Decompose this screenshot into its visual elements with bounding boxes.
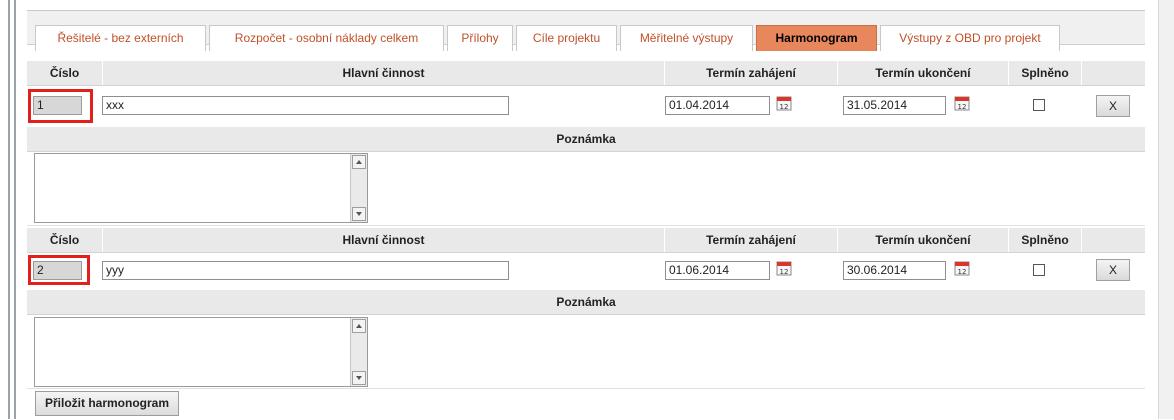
- col-splneno-header: Splněno: [1021, 233, 1069, 247]
- table-header: Číslo Hlavní činnost Termín zahájení Ter…: [27, 228, 1145, 253]
- col-cislo-header: Číslo: [49, 66, 80, 80]
- note-header: Poznámka: [27, 290, 1145, 315]
- calendar-icon[interactable]: 12: [954, 260, 970, 276]
- svg-text:12: 12: [958, 103, 967, 111]
- row-divider: [27, 225, 1145, 226]
- note-label: Poznámka: [556, 132, 616, 146]
- tab-harmonogram[interactable]: Harmonogram: [756, 25, 877, 51]
- svg-text:12: 12: [780, 103, 789, 111]
- tab-resitele[interactable]: Řešitelé - bez externích: [35, 25, 206, 51]
- attach-harmonogram-button[interactable]: Přiložit harmonogram: [35, 391, 180, 416]
- note-header: Poznámka: [27, 127, 1145, 152]
- tab-meritelne-vystupy[interactable]: Měřitelné výstupy: [620, 25, 753, 51]
- col-hlavni-cinnost-header: Hlavní činnost: [342, 233, 425, 247]
- tab-rozpocet[interactable]: Rozpočet - osobní náklady celkem: [209, 25, 444, 51]
- end-date-input[interactable]: 31.05.2014: [843, 96, 946, 115]
- table-header: Číslo Hlavní činnost Termín zahájení Ter…: [27, 61, 1145, 86]
- scroll-down-icon[interactable]: [352, 371, 366, 385]
- highlight-box: [28, 255, 90, 285]
- scroll-up-icon[interactable]: [352, 155, 366, 169]
- col-cislo-header: Číslo: [49, 233, 80, 247]
- delete-row-button[interactable]: X: [1096, 95, 1130, 117]
- note-textarea[interactable]: [34, 153, 368, 223]
- header-divider: [1081, 228, 1082, 252]
- start-date-input[interactable]: 01.04.2014: [665, 96, 770, 115]
- page-scrollbar[interactable]: [1158, 0, 1174, 419]
- start-date-input[interactable]: 01.06.2014: [665, 261, 770, 280]
- tab-bar: Řešitelé - bez externích Rozpočet - osob…: [27, 11, 1145, 51]
- note-textarea[interactable]: [34, 317, 368, 387]
- scroll-down-icon[interactable]: [352, 207, 366, 221]
- svg-text:12: 12: [780, 268, 789, 276]
- col-termin-zahajeni-header: Termín zahájení: [706, 66, 796, 80]
- calendar-icon[interactable]: 12: [776, 95, 792, 111]
- harmonogram-panel: Řešitelé - bez externích Rozpočet - osob…: [27, 10, 1145, 420]
- calendar-icon[interactable]: 12: [776, 260, 792, 276]
- note-label: Poznámka: [556, 295, 616, 309]
- end-date-input[interactable]: 30.06.2014: [843, 261, 946, 280]
- activity-input[interactable]: xxx: [102, 96, 509, 115]
- delete-row-button[interactable]: X: [1096, 259, 1130, 281]
- window-border-inner: [14, 0, 16, 419]
- window-border-left: [8, 0, 10, 419]
- col-termin-zahajeni-header: Termín zahájení: [706, 233, 796, 247]
- note-scrollbar[interactable]: [350, 154, 367, 222]
- header-divider: [1081, 61, 1082, 85]
- highlight-box: [28, 89, 93, 123]
- col-termin-ukonceni-header: Termín ukončení: [875, 66, 971, 80]
- scroll-up-icon[interactable]: [352, 319, 366, 333]
- tab-prilohy[interactable]: Přílohy: [447, 25, 513, 51]
- note-scrollbar[interactable]: [350, 318, 367, 386]
- calendar-icon[interactable]: 12: [954, 95, 970, 111]
- col-termin-ukonceni-header: Termín ukončení: [875, 233, 971, 247]
- col-hlavni-cinnost-header: Hlavní činnost: [342, 66, 425, 80]
- done-checkbox[interactable]: [1033, 264, 1045, 276]
- activity-input[interactable]: yyy: [102, 261, 509, 280]
- svg-text:12: 12: [958, 268, 967, 276]
- tab-cile-projektu[interactable]: Cíle projektu: [516, 25, 617, 51]
- col-splneno-header: Splněno: [1021, 66, 1069, 80]
- row-divider: [27, 388, 1145, 389]
- done-checkbox[interactable]: [1033, 99, 1045, 111]
- tab-vystupy-obd[interactable]: Výstupy z OBD pro projekt: [880, 25, 1060, 51]
